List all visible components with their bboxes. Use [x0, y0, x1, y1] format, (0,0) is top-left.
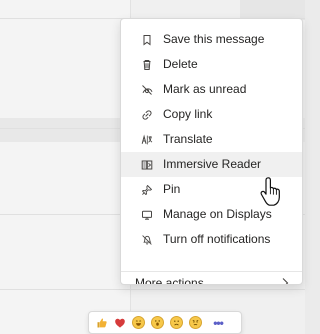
translate-icon — [141, 134, 153, 146]
menu-item-label: Turn off notifications — [163, 232, 271, 246]
laugh-icon[interactable] — [132, 316, 145, 329]
menu-item-label: Manage on Displays — [163, 207, 272, 221]
menu-item-mark-as-unread[interactable]: Mark as unread — [121, 77, 302, 102]
menu-item-label: Delete — [163, 57, 198, 71]
menu-item-label: Mark as unread — [163, 82, 247, 96]
pin-icon — [141, 184, 153, 196]
display-icon — [141, 209, 153, 221]
divider-line — [0, 289, 305, 290]
menu-item-label: Translate — [163, 132, 213, 146]
menu-item-manage-on-displays[interactable]: Manage on Displays — [121, 202, 302, 227]
menu-item-copy-link[interactable]: Copy link — [121, 102, 302, 127]
menu-item-pin[interactable]: Pin — [121, 177, 302, 202]
menu-item-immersive-reader[interactable]: Immersive Reader — [121, 152, 302, 177]
chat-pane-background — [0, 0, 131, 334]
menu-item-label: Copy link — [163, 107, 213, 121]
trash-icon — [141, 59, 153, 71]
angry-icon[interactable] — [189, 316, 202, 329]
link-icon — [141, 109, 153, 121]
more-actions-button[interactable]: More actions — [121, 272, 302, 285]
menu-item-delete[interactable]: Delete — [121, 52, 302, 77]
chevron-right-icon — [278, 276, 292, 284]
like-icon[interactable] — [96, 317, 108, 329]
surprised-icon[interactable] — [151, 316, 164, 329]
notification-off-icon — [141, 234, 153, 246]
bookmark-icon — [141, 34, 153, 46]
menu-item-label: Save this message — [163, 32, 265, 46]
menu-item-label: Pin — [163, 182, 181, 196]
menu-item-save-this-message[interactable]: Save this message — [121, 27, 302, 52]
menu-item-label: Immersive Reader — [163, 157, 262, 171]
unread-icon — [141, 84, 153, 96]
sad-icon[interactable] — [170, 316, 183, 329]
reaction-bar: ••• — [88, 311, 242, 334]
context-menu-list: Save this message Delete Mark as unread … — [121, 27, 302, 252]
more-options-icon[interactable]: ••• — [211, 316, 225, 329]
immersive-reader-icon — [141, 159, 153, 171]
more-actions-label: More actions — [135, 276, 204, 285]
menu-item-translate[interactable]: Translate — [121, 127, 302, 152]
message-context-menu: Save this message Delete Mark as unread … — [120, 18, 303, 285]
menu-item-turn-off-notifications[interactable]: Turn off notifications — [121, 227, 302, 252]
message-header-background — [240, 0, 305, 20]
heart-icon[interactable] — [114, 317, 126, 329]
